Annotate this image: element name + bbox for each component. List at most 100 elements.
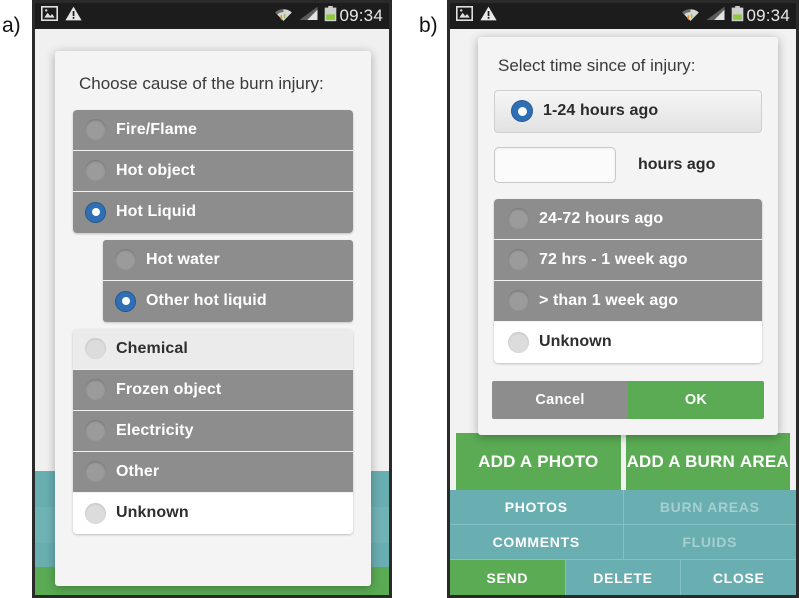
option-unknown[interactable]: Unknown bbox=[494, 321, 762, 363]
option-electricity[interactable]: Electricity bbox=[73, 410, 353, 452]
ok-button[interactable]: OK bbox=[628, 380, 764, 419]
status-bar-notifications-b bbox=[456, 6, 497, 26]
cellular-signal-icon bbox=[706, 6, 725, 26]
radio-icon[interactable] bbox=[115, 249, 136, 271]
option-label: Electricity bbox=[116, 421, 194, 439]
option-label: > than 1 week ago bbox=[539, 291, 679, 309]
android-screen-b: 09:34 ADD A PHOTO ADD A BURN AREA PHOTOS… bbox=[450, 3, 796, 595]
dialog-title-a: Choose cause of the burn injury: bbox=[79, 74, 324, 93]
wifi-icon bbox=[681, 6, 700, 27]
close-button[interactable]: CLOSE bbox=[681, 560, 796, 595]
status-bar-system-b bbox=[681, 5, 744, 27]
radio-selected-icon[interactable] bbox=[115, 290, 136, 312]
status-bar-b: 09:34 bbox=[450, 3, 796, 29]
option-hot-water[interactable]: Hot water bbox=[103, 239, 353, 281]
phone-screenshot-a: 09:34 Choose cause of the burn injury: F… bbox=[32, 0, 392, 598]
status-bar-a: 09:34 bbox=[35, 3, 389, 29]
radio-icon[interactable] bbox=[85, 338, 106, 360]
send-button[interactable]: SEND bbox=[450, 560, 566, 595]
battery-icon bbox=[731, 5, 744, 27]
radio-icon[interactable] bbox=[508, 208, 529, 230]
add-a-burn-area-button[interactable]: ADD A BURN AREA bbox=[625, 433, 790, 491]
option-label: 24-72 hours ago bbox=[539, 209, 664, 227]
panel-b-label: b) bbox=[419, 14, 438, 37]
tab-fluids[interactable]: FLUIDS bbox=[623, 525, 796, 560]
hours-input[interactable] bbox=[494, 146, 616, 183]
option-frozen-object[interactable]: Frozen object bbox=[73, 369, 353, 411]
figure-root: a) b) 09:34 Choose cause of the burn inj… bbox=[0, 0, 799, 598]
option-label: Other hot liquid bbox=[146, 292, 267, 310]
option-24-72-hours-ago[interactable]: 24-72 hours ago bbox=[494, 198, 762, 240]
option-label: Hot Liquid bbox=[116, 203, 197, 221]
dialog-body-b: 1-24 hours ago hours ago 24-72 hours ago bbox=[478, 89, 778, 363]
tab-burn-areas[interactable]: BURN AREAS bbox=[623, 490, 796, 525]
warning-icon bbox=[480, 6, 497, 26]
option-chemical[interactable]: Chemical bbox=[73, 328, 353, 370]
radio-icon[interactable] bbox=[85, 119, 106, 141]
dialog-body-a: Fire/Flame Hot object Hot Liquid Hot wat… bbox=[55, 109, 371, 534]
option-1-24-hours-ago[interactable]: 1-24 hours ago bbox=[494, 89, 762, 133]
radio-selected-icon[interactable] bbox=[511, 100, 533, 123]
add-a-burn-area-line2: AREA bbox=[739, 451, 789, 471]
time-option-group: 24-72 hours ago 72 hrs - 1 week ago > th… bbox=[494, 198, 762, 363]
tab-photos[interactable]: PHOTOS bbox=[450, 490, 624, 525]
radio-icon[interactable] bbox=[508, 290, 529, 312]
tab-row-2: COMMENTS FLUIDS bbox=[450, 525, 796, 560]
phone-screenshot-b: 09:34 ADD A PHOTO ADD A BURN AREA PHOTOS… bbox=[447, 0, 799, 598]
add-a-photo-button[interactable]: ADD A PHOTO bbox=[456, 433, 621, 491]
radio-selected-icon[interactable] bbox=[85, 201, 106, 223]
cancel-button[interactable]: Cancel bbox=[492, 380, 628, 419]
radio-icon[interactable] bbox=[85, 160, 106, 182]
option-72hrs-1week-ago[interactable]: 72 hrs - 1 week ago bbox=[494, 239, 762, 281]
option-label: Unknown bbox=[116, 504, 189, 522]
option-group-primary: Fire/Flame Hot object Hot Liquid bbox=[73, 109, 353, 233]
radio-icon[interactable] bbox=[85, 420, 106, 442]
add-buttons-row: ADD A PHOTO ADD A BURN AREA bbox=[450, 433, 796, 491]
status-bar-system-a bbox=[274, 5, 337, 27]
option-label: 72 hrs - 1 week ago bbox=[539, 250, 688, 268]
add-a-burn-area-line1: ADD A BURN bbox=[626, 451, 735, 471]
status-bar-notifications-a bbox=[41, 6, 82, 26]
option-group-secondary: Chemical Frozen object Electricity Other… bbox=[73, 328, 353, 534]
option-other-hot-liquid[interactable]: Other hot liquid bbox=[103, 280, 353, 322]
hours-input-row: hours ago bbox=[494, 146, 762, 183]
option-label: Unknown bbox=[539, 333, 612, 351]
radio-icon[interactable] bbox=[85, 379, 106, 401]
status-bar-clock-b: 09:34 bbox=[746, 6, 790, 25]
tab-row-actions: SEND DELETE CLOSE bbox=[450, 560, 796, 595]
option-label: Fire/Flame bbox=[116, 120, 198, 138]
dialog-action-buttons: Cancel OK bbox=[492, 380, 764, 419]
bottom-tab-grid: PHOTOS BURN AREAS COMMENTS FLUIDS SEND D… bbox=[450, 490, 796, 595]
radio-icon[interactable] bbox=[85, 461, 106, 483]
android-screen-a: 09:34 Choose cause of the burn injury: F… bbox=[35, 3, 389, 595]
radio-icon[interactable] bbox=[508, 331, 529, 353]
option-label: 1-24 hours ago bbox=[543, 102, 659, 120]
option-label: Other bbox=[116, 462, 160, 480]
radio-icon[interactable] bbox=[508, 249, 529, 271]
image-icon bbox=[456, 6, 473, 26]
time-since-injury-dialog: Select time since of injury: 1-24 hours … bbox=[478, 37, 778, 435]
panel-a-label: a) bbox=[2, 14, 21, 37]
cellular-signal-icon bbox=[299, 6, 318, 26]
option-label: Frozen object bbox=[116, 380, 222, 398]
option-other[interactable]: Other bbox=[73, 451, 353, 493]
add-a-photo-line1: ADD A bbox=[478, 451, 533, 471]
delete-button[interactable]: DELETE bbox=[566, 560, 682, 595]
option-label: Hot object bbox=[116, 161, 196, 179]
radio-icon[interactable] bbox=[85, 502, 106, 524]
hours-input-suffix-label: hours ago bbox=[638, 155, 716, 173]
image-icon bbox=[41, 6, 58, 26]
option-more-than-1-week-ago[interactable]: > than 1 week ago bbox=[494, 280, 762, 322]
tab-comments[interactable]: COMMENTS bbox=[450, 525, 624, 560]
status-bar-clock-a: 09:34 bbox=[339, 6, 383, 25]
battery-icon bbox=[324, 5, 337, 27]
option-hot-object[interactable]: Hot object bbox=[73, 150, 353, 192]
option-fire-flame[interactable]: Fire/Flame bbox=[73, 109, 353, 151]
option-label: Chemical bbox=[116, 339, 188, 357]
add-a-photo-line2: PHOTO bbox=[537, 451, 599, 471]
option-unknown[interactable]: Unknown bbox=[73, 492, 353, 534]
wifi-icon bbox=[274, 6, 293, 27]
option-hot-liquid[interactable]: Hot Liquid bbox=[73, 191, 353, 233]
